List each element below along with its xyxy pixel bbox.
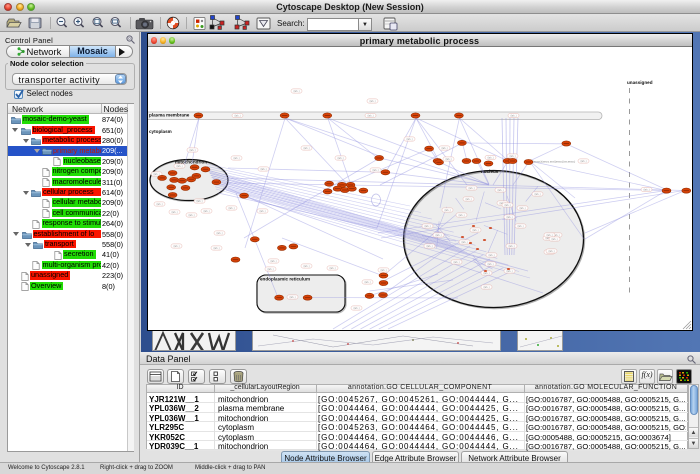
svg-text:(lab..): (lab..) [216,232,222,235]
svg-text:(lab..): (lab..) [270,260,276,263]
svg-text:(lab..): (lab..) [435,234,441,237]
svg-text:(lab..): (lab..) [504,204,510,207]
svg-text:(lab..): (lab..) [233,157,239,160]
svg-text:(lab..): (lab..) [461,241,467,244]
svg-text:(lab..): (lab..) [445,158,451,161]
svg-text:(lab..): (lab..) [380,269,386,272]
svg-text:(lab..): (lab..) [497,189,503,192]
svg-text:(lab..): (lab..) [188,214,194,217]
svg-text:(lab..): (lab..) [176,165,182,168]
svg-text:(lab..): (lab..) [189,149,195,152]
svg-text:(lab..): (lab..) [196,200,202,203]
svg-text:plasma membrane: plasma membrane [149,113,190,118]
svg-text:(lab..): (lab..) [289,296,295,299]
svg-text:(lab..): (lab..) [260,168,266,171]
svg-text:(lab..): (lab..) [406,138,412,141]
svg-text:(lab..): (lab..) [548,250,554,253]
svg-text:(lab..): (lab..) [472,229,478,232]
svg-text:(lab..): (lab..) [259,210,265,213]
svg-text:(lab..): (lab..) [293,90,299,93]
svg-text:(lab..): (lab..) [364,281,370,284]
svg-text:(lab..): (lab..) [487,263,493,266]
svg-text:(lab..): (lab..) [458,214,464,217]
svg-text:(lab..): (lab..) [329,267,335,270]
svg-text:(lab..): (lab..) [303,265,309,268]
svg-text:(lab..): (lab..) [173,245,179,248]
svg-text:(lab..): (lab..) [534,193,540,196]
svg-text:cytoplasm: cytoplasm [149,129,172,134]
svg-text:(lab..): (lab..) [337,157,343,160]
svg-text:(lab..): (lab..) [441,147,447,150]
svg-text:(lab..): (lab..) [156,203,162,206]
svg-text:(lab..): (lab..) [506,216,512,219]
svg-text:(assoc)(assoc.ass)(assoc)(as.a: (assoc)(assoc.ass)(assoc)(as.assoc) [533,160,575,164]
svg-text:(lab..): (lab..) [267,268,273,271]
svg-text:(lab..): (lab..) [444,209,450,212]
svg-text:unassigned: unassigned [627,80,653,85]
svg-text:(lab..): (lab..) [171,211,177,214]
svg-text:(lab..): (lab..) [506,270,512,273]
svg-text:(lab..): (lab..) [551,238,557,241]
svg-text:(lab..): (lab..) [424,225,430,228]
svg-text:(lab..): (lab..) [426,245,432,248]
svg-text:(lab..): (lab..) [372,169,378,172]
svg-text:(lab..): (lab..) [580,160,586,163]
svg-text:(lab..): (lab..) [369,100,375,103]
svg-text:(lab..): (lab..) [353,307,359,310]
svg-text:(lab..): (lab..) [234,115,240,118]
svg-text:(lab..): (lab..) [483,286,489,289]
svg-text:(lab..): (lab..) [483,272,489,275]
svg-text:(lab..): (lab..) [367,115,373,118]
svg-text:(lab..): (lab..) [488,254,494,257]
svg-text:(lab..): (lab..) [468,187,474,190]
svg-text:endoplasmic reticulum: endoplasmic reticulum [260,277,310,282]
svg-text:(lab..): (lab..) [303,147,309,150]
svg-text:(lab..): (lab..) [517,225,523,228]
svg-text:(lab..): (lab..) [487,157,493,160]
svg-text:(lab..): (lab..) [643,189,649,192]
svg-text:(lab..): (lab..) [228,207,234,210]
svg-text:(lab..): (lab..) [213,247,219,250]
svg-text:(lab..): (lab..) [509,155,515,158]
svg-text:(lab..): (lab..) [510,115,516,118]
svg-text:(lab..): (lab..) [465,198,471,201]
svg-text:(lab..): (lab..) [203,210,209,213]
svg-text:(lab..): (lab..) [519,207,525,210]
svg-text:(lab..): (lab..) [508,245,514,248]
svg-text:(lab..): (lab..) [453,261,459,264]
